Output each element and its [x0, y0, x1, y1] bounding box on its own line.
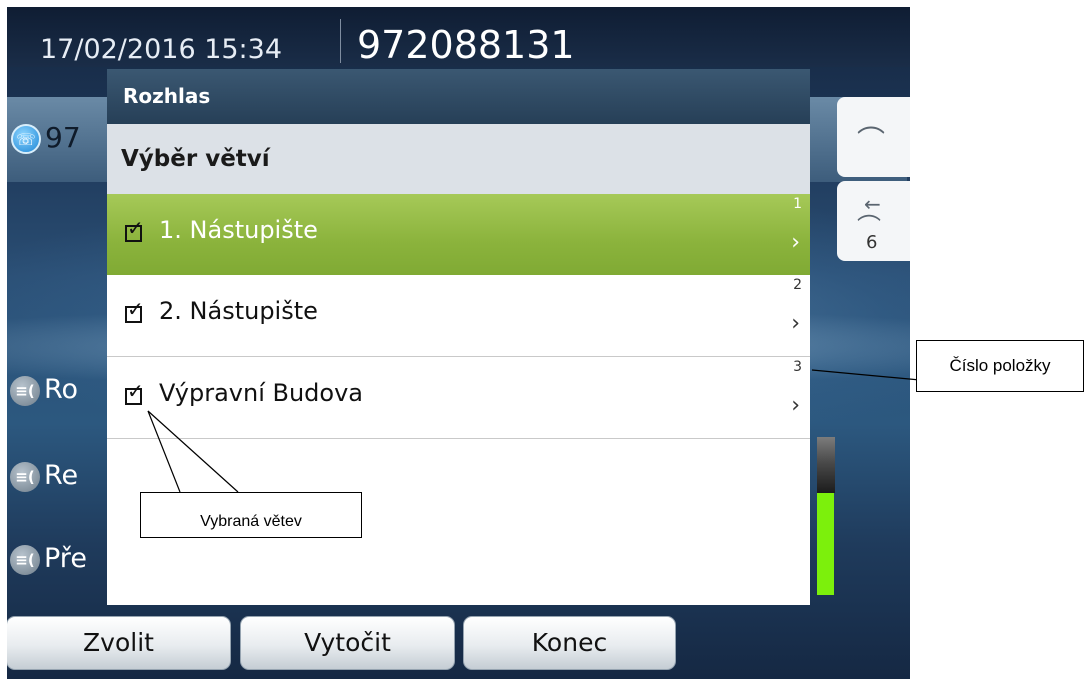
- leader-line-selected-right: [147, 410, 239, 493]
- callout-selected-branch: Vybraná větev: [140, 492, 362, 538]
- callout-item-number: Číslo položky: [916, 340, 1084, 392]
- leader-line-item-number: [811, 369, 921, 381]
- leader-line-selected-left: [147, 410, 181, 493]
